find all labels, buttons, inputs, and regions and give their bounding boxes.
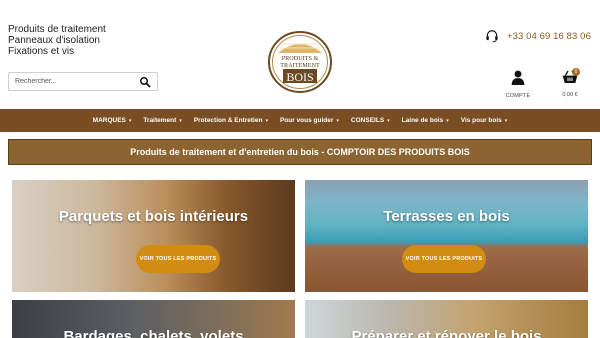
search-input[interactable] [9, 73, 135, 90]
account-link[interactable]: COMPTE [505, 70, 531, 99]
nav-item-guide[interactable]: Pour vous guider ▾ [274, 117, 345, 124]
nav-item-laine[interactable]: Laine de bois ▾ [396, 117, 455, 124]
nav-label: Pour vous guider [279, 117, 334, 124]
phone-number[interactable]: +33 04 69 16 83 06 [507, 31, 591, 42]
main-nav: MARQUES ▾ Traitement ▾ Protection & Entret… [0, 109, 600, 132]
logo-text-line3: BOIS [286, 70, 313, 84]
phone-contact[interactable]: +33 04 69 16 83 06 [485, 29, 591, 43]
tagline: Panneaux d'isolation [8, 35, 100, 46]
chevron-down-icon: ▾ [179, 117, 182, 124]
nav-item-conseils[interactable]: CONSEILS ▾ [345, 117, 396, 124]
category-tile-bardages[interactable]: Bardages, chalets, volets [12, 300, 295, 338]
nav-label: Laine de bois [401, 117, 444, 124]
category-tile-parquets[interactable]: Parquets et bois intérieurs VOIR TOUS LE… [12, 180, 295, 292]
cart-count-badge: 0 [572, 68, 580, 76]
nav-item-vis[interactable]: Vis pour bois ▾ [455, 117, 514, 124]
tile-title: Parquets et bois intérieurs [58, 208, 249, 225]
nav-item-traitement[interactable]: Traitement ▾ [137, 117, 187, 124]
category-tile-terrasses[interactable]: Terrasses en bois VOIR TOUS LES PRODUITS [305, 180, 588, 292]
logo[interactable]: PRODUITS & TRAITEMENT BOIS [268, 31, 332, 93]
nav-item-marques[interactable]: MARQUES ▾ [87, 117, 138, 124]
nav-label: Protection & Entretien [193, 117, 263, 124]
banner-title: Produits de traitement et d'entretien du… [130, 147, 470, 157]
nav-label: Traitement [143, 117, 177, 124]
nav-label: CONSEILS [350, 117, 385, 124]
chevron-down-icon: ▾ [446, 117, 449, 124]
page-banner: Produits de traitement et d'entretien du… [8, 139, 592, 165]
search-icon[interactable] [139, 76, 151, 88]
view-products-button[interactable]: VOIR TOUS LES PRODUITS [402, 245, 486, 273]
chevron-down-icon: ▾ [336, 117, 339, 124]
nav-item-protection[interactable]: Protection & Entretien ▾ [188, 117, 274, 124]
tile-title: Préparer et rénover le bois [351, 328, 542, 338]
account-label: COMPTE [505, 93, 531, 99]
search-box [8, 72, 158, 91]
tagline: Fixations et vis [8, 46, 75, 57]
chevron-down-icon: ▾ [128, 117, 132, 124]
headset-icon [486, 30, 498, 43]
nav-label: MARQUES [92, 117, 126, 124]
cart-link[interactable]: 0 0,00 € [558, 68, 582, 98]
nav-label: Vis pour bois [460, 117, 502, 124]
logo-text-line2: TRAITEMENT [280, 62, 320, 69]
header: Produits de traitement Panneaux d'isolat… [0, 0, 600, 108]
view-products-button[interactable]: VOIR TOUS LES PRODUITS [136, 245, 220, 273]
category-tile-renover[interactable]: Préparer et rénover le bois [305, 300, 588, 338]
tile-title: Bardages, chalets, volets [63, 328, 244, 338]
user-icon [511, 70, 525, 85]
taglines: Produits de traitement Panneaux d'isolat… [8, 24, 106, 57]
chevron-down-icon: ▾ [504, 117, 508, 124]
logo-text-line1: PRODUITS & [282, 55, 319, 62]
tile-title: Terrasses en bois [383, 208, 510, 225]
tagline: Produits de traitement [8, 24, 106, 35]
chevron-down-icon: ▾ [387, 117, 390, 124]
cart-total: 0,00 € [562, 92, 578, 98]
chevron-down-icon: ▾ [265, 117, 268, 124]
